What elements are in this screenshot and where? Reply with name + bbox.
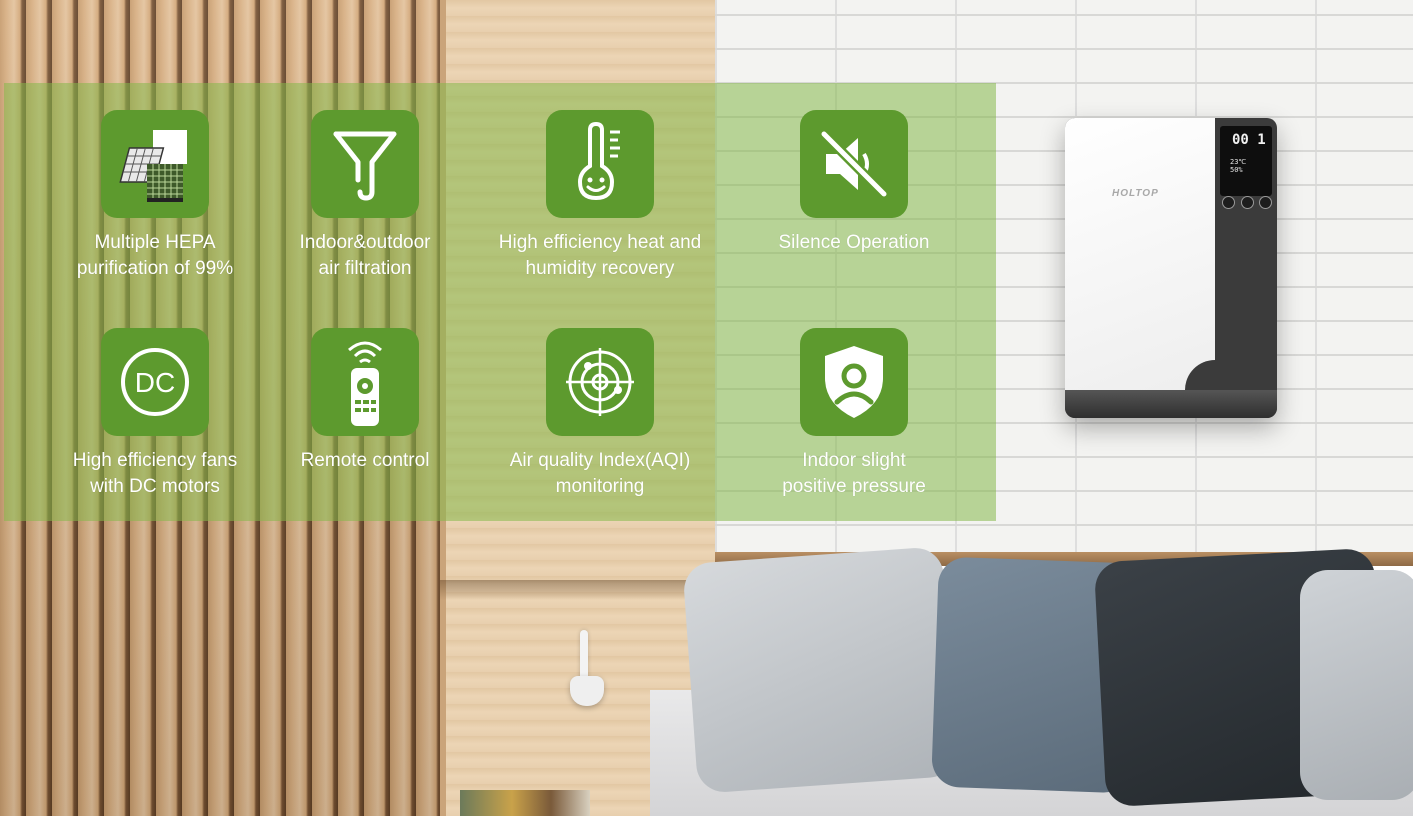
books [460, 790, 590, 816]
display-temperature: 23℃ [1230, 158, 1247, 166]
feature-label: Indoor slight positive pressure [782, 450, 926, 497]
shelf-shadow [440, 580, 715, 600]
feature-aqi-monitoring: Air quality Index(AQI) monitoring [470, 328, 730, 500]
pillow-light [682, 546, 958, 794]
shield-user-icon [800, 328, 908, 436]
feature-silence: Silence Operation [754, 110, 954, 256]
feature-label: Indoor&outdoor air filtration [299, 232, 431, 279]
thermometer-smile-icon [546, 110, 654, 218]
feature-positive-pressure: Indoor slight positive pressure [754, 328, 954, 500]
feature-dc-fans: DC High efficiency fans with DC motors [55, 328, 255, 500]
svg-text:DC: DC [135, 367, 175, 398]
device-buttons [1222, 196, 1272, 209]
pillow-grey [1300, 570, 1413, 800]
feature-label: High efficiency heat and humidity recove… [498, 232, 702, 279]
feature-label: Silence Operation [778, 232, 930, 253]
device-display: 00 1 23℃ 50% [1220, 126, 1272, 196]
funnel-icon [311, 110, 419, 218]
feature-heat-recovery: High efficiency heat and humidity recove… [470, 110, 730, 282]
device-button [1240, 196, 1254, 209]
device-button [1259, 196, 1272, 209]
ventilation-unit: HOLTOP 00 1 23℃ 50% [1065, 118, 1277, 418]
device-brand: HOLTOP [1112, 188, 1159, 199]
wall-lamp [568, 630, 608, 710]
feature-remote-control: Remote control [265, 328, 465, 474]
hepa-filter-icon [101, 110, 209, 218]
display-main-value: 00 1 [1232, 132, 1266, 148]
feature-air-filtration: Indoor&outdoor air filtration [265, 110, 465, 282]
feature-label: High efficiency fans with DC motors [72, 450, 238, 497]
feature-label: Remote control [300, 450, 430, 471]
feature-hepa: Multiple HEPA purification of 99% [55, 110, 255, 282]
display-humidity: 50% [1230, 166, 1243, 174]
feature-label: Multiple HEPA purification of 99% [76, 232, 234, 279]
device-button [1222, 196, 1235, 209]
radar-icon [546, 328, 654, 436]
remote-control-icon [311, 328, 419, 436]
lamp-head [570, 676, 604, 706]
feature-label: Air quality Index(AQI) monitoring [509, 450, 691, 497]
speaker-mute-icon [800, 110, 908, 218]
dc-motor-icon: DC [101, 328, 209, 436]
device-front-panel: HOLTOP [1065, 118, 1215, 390]
device-base [1065, 390, 1277, 418]
display-readings: 23℃ 50% [1230, 158, 1246, 174]
